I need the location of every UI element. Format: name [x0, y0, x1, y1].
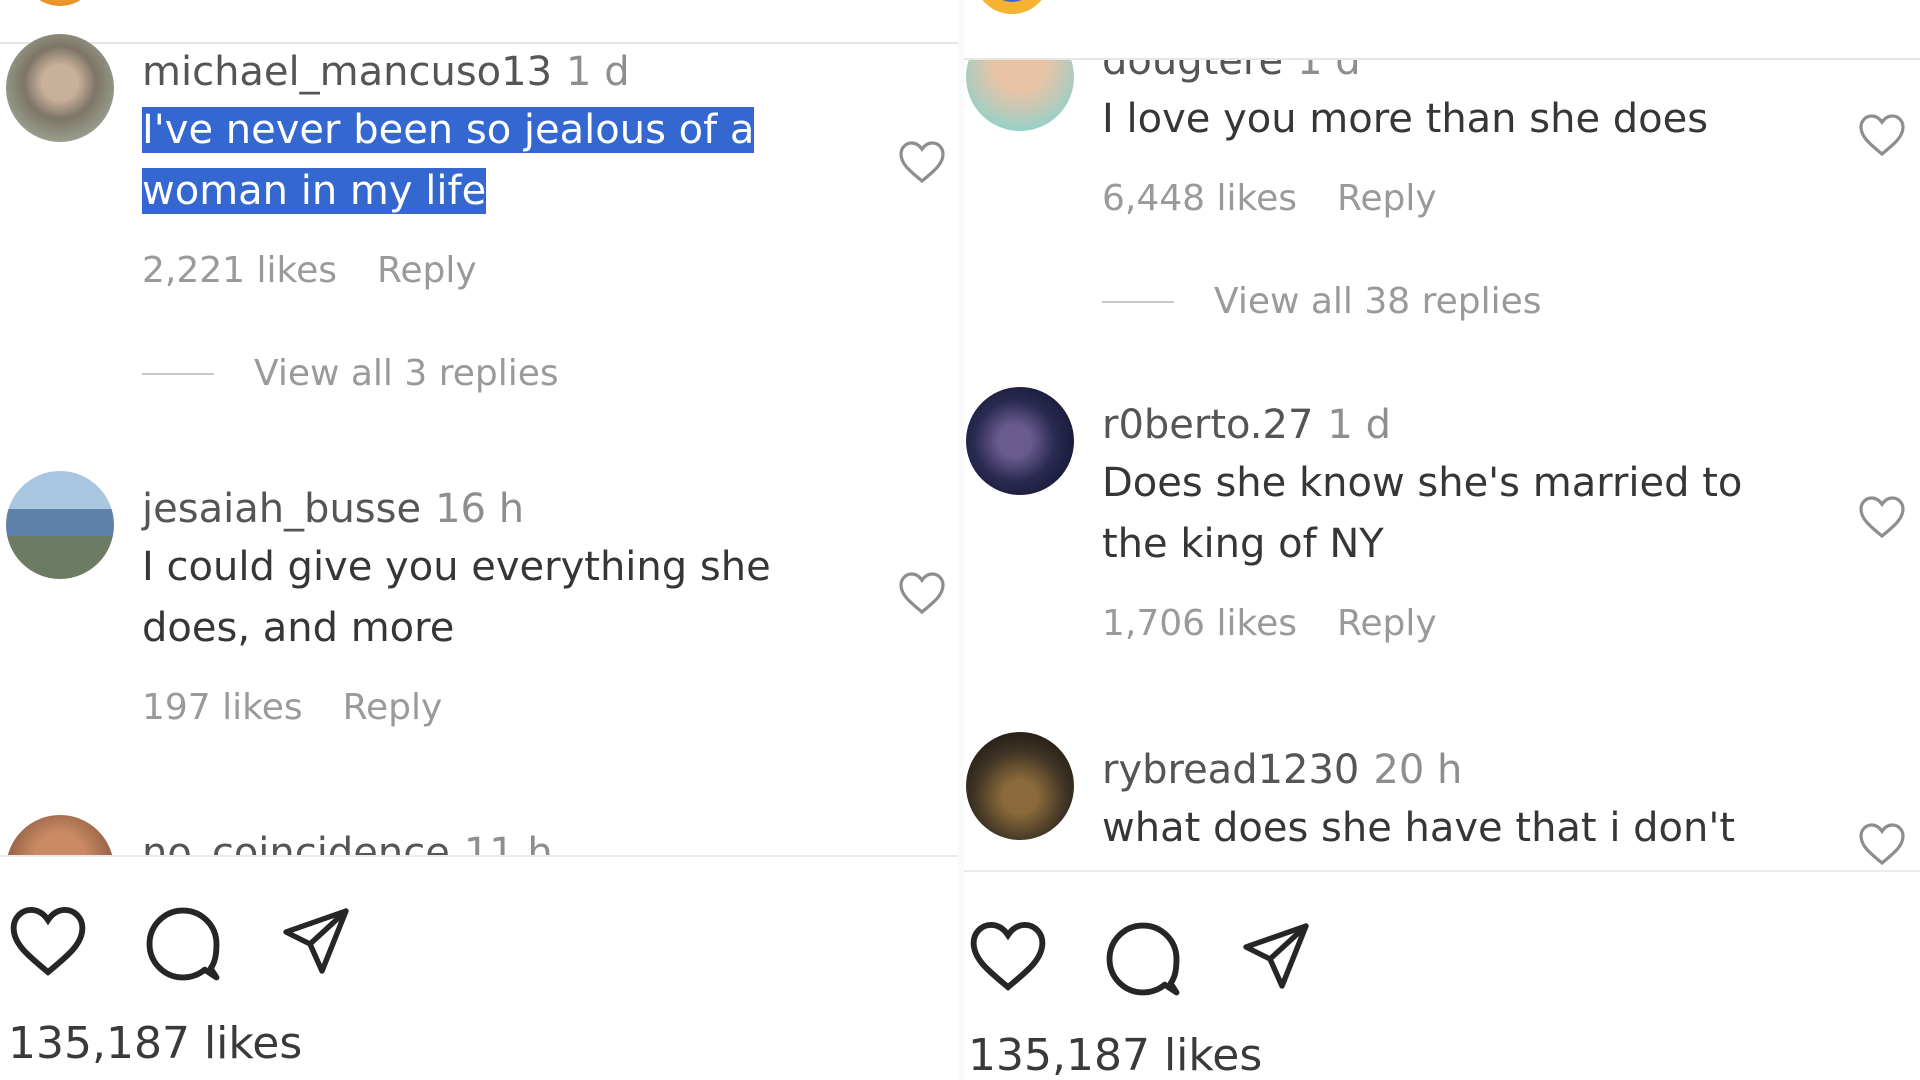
comment-text: what does she have that i don't [1102, 805, 1736, 851]
reply-button[interactable]: Reply [343, 687, 443, 728]
post-likes-count[interactable]: 135,187 likes [8, 1018, 302, 1069]
comment-username[interactable]: r0berto.27 [1102, 402, 1313, 448]
comment-like-heart-icon[interactable] [898, 140, 946, 184]
comment-like-heart-icon[interactable] [1858, 495, 1906, 539]
comments-list: michael_mancuso13 1 d I've never been so … [0, 0, 960, 855]
comment-like-heart-icon[interactable] [898, 571, 946, 615]
comment-bubble-icon[interactable] [144, 905, 222, 983]
actions-divider [960, 870, 1920, 872]
view-replies-button[interactable]: View all 3 replies [142, 353, 792, 394]
comment-time: 20 h [1373, 747, 1463, 793]
commenter-avatar[interactable] [966, 60, 1074, 131]
view-replies-label: View all 38 replies [1214, 281, 1542, 322]
comment-likes-count[interactable]: 197 likes [142, 687, 303, 728]
left-screenshot-panel: michael_mancuso13 1 d I've never been so … [0, 0, 960, 1080]
comment-likes-count[interactable]: 6,448 likes [1102, 178, 1297, 219]
commenter-avatar[interactable] [966, 732, 1074, 840]
replies-dash [142, 372, 214, 375]
comments-list: dougtere 1 d I love you more than she doe… [960, 60, 1920, 872]
comment-time: 1 d [566, 49, 630, 95]
comment-username[interactable]: michael_mancuso13 [142, 49, 552, 95]
comment-bubble-icon[interactable] [1104, 920, 1182, 998]
comment-likes-count[interactable]: 2,221 likes [142, 250, 337, 291]
comment-time: 1 d [1297, 60, 1361, 84]
comment-likes-count[interactable]: 1,706 likes [1102, 603, 1297, 644]
post-likes-count[interactable]: 135,187 likes [968, 1030, 1262, 1080]
view-replies-button[interactable]: View all 38 replies [1102, 281, 1752, 322]
like-heart-icon[interactable] [968, 920, 1048, 992]
comment-text: I love you more than she does [1102, 96, 1709, 142]
comment-username[interactable]: no_coincidence [142, 830, 450, 855]
commenter-avatar[interactable] [6, 815, 114, 855]
comment-text: I could give you everything she does, an… [142, 544, 771, 651]
replies-dash [1102, 300, 1174, 303]
comment-text: I've never been so jealous of a woman in… [142, 100, 792, 222]
comment-time: 11 h [463, 830, 553, 855]
comment-text: Does she know she's married to the king … [1102, 460, 1743, 567]
commenter-avatar[interactable] [6, 471, 114, 579]
actions-divider [0, 855, 960, 857]
panel-separator [958, 0, 964, 1080]
comment-time: 1 d [1327, 402, 1391, 448]
commenter-avatar[interactable] [6, 34, 114, 142]
paper-plane-icon[interactable] [1238, 920, 1314, 992]
comment-username[interactable]: jesaiah_busse [142, 486, 421, 532]
post-author-avatar[interactable] [974, 0, 1050, 14]
view-replies-label: View all 3 replies [254, 353, 559, 394]
comment-like-heart-icon[interactable] [1858, 822, 1906, 866]
reply-button[interactable]: Reply [377, 250, 477, 291]
right-screenshot-panel: dougtere 1 d I love you more than she doe… [960, 0, 1920, 1080]
paper-plane-icon[interactable] [278, 905, 354, 977]
selected-text-line-2: woman in my life [142, 168, 487, 214]
comment-username[interactable]: rybread1230 [1102, 747, 1359, 793]
reply-button[interactable]: Reply [1337, 178, 1437, 219]
selected-text-line-1: I've never been so jealous of a [142, 107, 755, 153]
commenter-avatar[interactable] [966, 387, 1074, 495]
comment-username[interactable]: dougtere [1102, 60, 1283, 84]
like-heart-icon[interactable] [8, 905, 88, 977]
reply-button[interactable]: Reply [1337, 603, 1437, 644]
comment-like-heart-icon[interactable] [1858, 113, 1906, 157]
comment-time: 16 h [435, 486, 525, 532]
